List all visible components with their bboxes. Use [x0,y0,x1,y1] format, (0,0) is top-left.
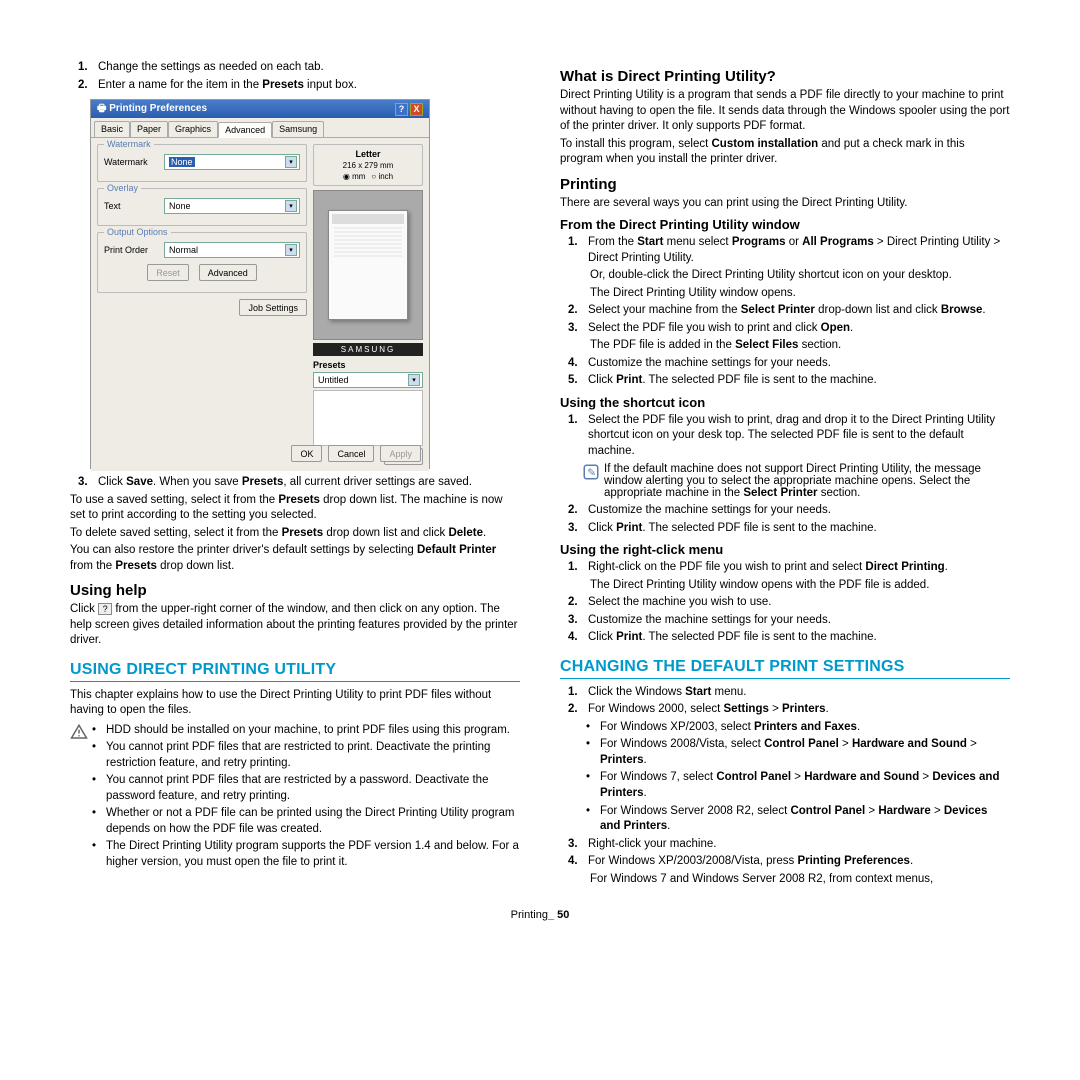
heading-shortcut: Using the shortcut icon [560,395,1010,410]
from-step-4: 4.Customize the machine settings for you… [568,356,1010,372]
para-install: To install this program, select Custom i… [560,137,1010,168]
para-dpu-intro: This chapter explains how to use the Dir… [70,688,520,719]
sh-step-3: 3.Click Print. The selected PDF file is … [568,521,1010,537]
section-direct-printing: Using Direct Printing Utility [70,661,520,682]
caution-block: •HDD should be installed on your machine… [70,723,520,873]
rc-step-1-sub: The Direct Printing Utility window opens… [568,578,1010,594]
chevron-down-icon: ▾ [285,200,297,212]
para-help: Click ? from the upper-right corner of t… [70,602,520,649]
from-step-1-open: The Direct Printing Utility window opens… [568,286,1010,302]
left-column: 1.Change the settings as needed on each … [70,60,520,889]
tab-basic[interactable]: Basic [94,121,130,137]
heading-what-is: What is Direct Printing Utility? [560,68,1010,85]
from-step-2: 2.Select your machine from the Select Pr… [568,303,1010,319]
right-column: What is Direct Printing Utility? Direct … [560,60,1010,889]
chevron-down-icon: ▾ [285,244,297,256]
presets-combo[interactable]: Untitled▾ [313,372,423,388]
from-step-5: 5.Click Print. The selected PDF file is … [568,373,1010,389]
tab-advanced[interactable]: Advanced [218,122,272,138]
cd-step-4: 4.For Windows XP/2003/2008/Vista, press … [568,854,1010,870]
cd-bullet-xp: •For Windows XP/2003, select Printers an… [568,720,1010,736]
cd-bullet-7: •For Windows 7, select Control Panel > H… [568,770,1010,801]
print-order-combo[interactable]: Normal▾ [164,242,300,258]
text-combo[interactable]: None▾ [164,198,300,214]
note-block: ✎ If the default machine does not suppor… [560,463,1010,499]
rc-step-3: 3.Customize the machine settings for you… [568,613,1010,629]
sh-step-2: 2.Customize the machine settings for you… [568,503,1010,519]
cd-step-4-sub: For Windows 7 and Windows Server 2008 R2… [568,872,1010,888]
cd-step-1: 1.Click the Windows Start menu. [568,685,1010,701]
heading-using-help: Using help [70,582,520,599]
para-print-intro: There are several ways you can print usi… [560,196,1010,212]
cd-step-2: 2.For Windows 2000, select Settings > Pr… [568,702,1010,718]
brand-logo: SAMSUNG [313,343,423,356]
advanced-button[interactable]: Advanced [199,264,257,281]
heading-right-click: Using the right-click menu [560,542,1010,557]
para-restore: You can also restore the printer driver'… [70,543,520,574]
cd-bullet-2008r2: •For Windows Server 2008 R2, select Cont… [568,804,1010,835]
step-3: 3.Click Save. When you save Presets, all… [78,475,520,491]
chevron-down-icon: ▾ [408,374,420,386]
group-overlay: Overlay Text None▾ [97,188,307,226]
rc-step-1: 1.Right-click on the PDF file you wish t… [568,560,1010,576]
ok-button[interactable]: OK [291,445,322,462]
page-footer: Printing_ 50 [70,909,1010,921]
tab-paper[interactable]: Paper [130,121,168,137]
note-icon: ✎ [582,463,600,481]
sh-step-1: 1.Select the PDF file you wish to print,… [568,413,1010,460]
from-step-3: 3.Select the PDF file you wish to print … [568,321,1010,337]
svg-text:✎: ✎ [587,467,596,479]
para-what: Direct Printing Utility is a program tha… [560,88,1010,135]
tab-samsung[interactable]: Samsung [272,121,324,137]
step-1: 1.Change the settings as needed on each … [78,60,520,76]
step-2: 2.Enter a name for the item in the Prese… [78,78,520,94]
presets-list[interactable] [313,390,423,446]
group-output: Output Options Print Order Normal▾ Reset… [97,232,307,293]
rc-step-4: 4.Click Print. The selected PDF file is … [568,630,1010,646]
apply-button[interactable]: Apply [380,445,421,462]
section-changing-defaults: Changing the Default Print Settings [560,658,1010,679]
help-icon[interactable]: ? [395,103,408,116]
warning-icon [70,723,88,741]
tab-bar: Basic Paper Graphics Advanced Samsung [91,118,429,138]
printing-preferences-dialog: 🖶 Printing Preferences ?X Basic Paper Gr… [90,99,430,469]
group-watermark: Watermark Watermark None▾ [97,144,307,182]
rc-step-2: 2.Select the machine you wish to use. [568,595,1010,611]
para-use-saved: To use a saved setting, select it from t… [70,493,520,524]
from-step-1: 1.From the Start menu select Programs or… [568,235,1010,266]
question-icon: ? [98,603,112,615]
cd-bullet-vista: •For Windows 2008/Vista, select Control … [568,737,1010,768]
paper-info: Letter 216 x 279 mm ◉ mm○ inch [313,144,423,186]
close-icon[interactable]: X [410,103,423,116]
reset-button[interactable]: Reset [147,264,189,281]
chevron-down-icon: ▾ [285,156,297,168]
job-settings-button[interactable]: Job Settings [239,299,307,316]
from-step-3-sub: The PDF file is added in the Select File… [568,338,1010,354]
dialog-titlebar: 🖶 Printing Preferences ?X [91,100,429,118]
from-step-1-or: Or, double-click the Direct Printing Uti… [568,268,1010,284]
tab-graphics[interactable]: Graphics [168,121,218,137]
heading-printing: Printing [560,176,1010,193]
para-delete: To delete saved setting, select it from … [70,526,520,542]
cd-step-3: 3.Right-click your machine. [568,837,1010,853]
heading-from-window: From the Direct Printing Utility window [560,217,1010,232]
page-preview [313,190,423,340]
cancel-button[interactable]: Cancel [328,445,374,462]
watermark-combo[interactable]: None▾ [164,154,300,170]
printer-icon: 🖶 [97,103,109,114]
